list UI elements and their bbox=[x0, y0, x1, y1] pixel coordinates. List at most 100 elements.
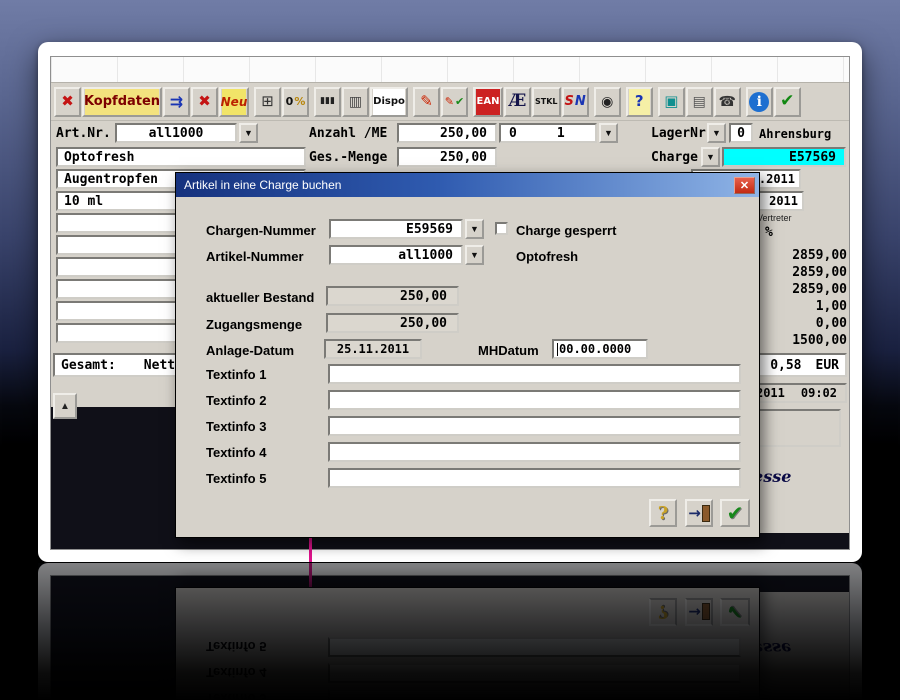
dropdown-arrow-icon: ▼ bbox=[604, 128, 613, 138]
dialog-ok-button[interactable]: ✔ bbox=[720, 499, 750, 527]
dropdown-arrow-icon: ▼ bbox=[470, 250, 479, 260]
textinfo-label: Textinfo 2 bbox=[206, 392, 267, 408]
scroll-up-icon: ▲ bbox=[60, 400, 70, 412]
charge-label: Charge bbox=[651, 150, 698, 165]
dropdown-arrow-icon: ▼ bbox=[712, 128, 721, 138]
vertreter-label: Vertreter bbox=[757, 213, 792, 223]
dialog-exit-button[interactable]: → bbox=[685, 499, 713, 527]
camera-icon[interactable]: ◉ bbox=[593, 86, 621, 117]
year-field[interactable]: 2011 bbox=[756, 191, 804, 211]
neu-button[interactable]: Neu bbox=[219, 86, 249, 117]
delete-icon-glyph: ✖ bbox=[198, 92, 211, 110]
textinfo-rows: Textinfo 1 Textinfo 2 Textinfo 3 Textinfo 4… bbox=[206, 364, 741, 494]
edit-icon[interactable]: ✎ bbox=[413, 86, 440, 117]
dialog-help-button[interactable]: ? bbox=[649, 499, 677, 527]
art-nr-dropdown[interactable]: ▼ bbox=[239, 123, 258, 143]
chargen-field[interactable]: E59569 bbox=[329, 219, 463, 239]
info-icon[interactable]: i bbox=[745, 86, 773, 117]
charge-gesperrt-checkbox[interactable] bbox=[495, 222, 508, 235]
gesamt-label: Gesamt: bbox=[61, 357, 116, 373]
confirm-icon[interactable]: ✔ bbox=[773, 86, 801, 117]
textinfo-row: Textinfo 5 bbox=[206, 468, 741, 488]
dialog-close-button[interactable]: ✕ bbox=[734, 176, 755, 194]
textinfo-input[interactable] bbox=[328, 468, 741, 488]
help-list-icon[interactable]: ? bbox=[625, 86, 653, 117]
dispo-button[interactable]: Dispo bbox=[370, 86, 408, 117]
dispo-button-glyph: Dispo bbox=[373, 88, 405, 115]
barcode-icon[interactable]: ▮▮▮ bbox=[314, 86, 341, 117]
percent-label: % bbox=[765, 225, 773, 240]
lager-name: Ahrensburg bbox=[759, 127, 832, 141]
close-icon: ✕ bbox=[739, 179, 750, 192]
neu-button-glyph: Neu bbox=[221, 88, 247, 115]
bestand-field: 250,00 bbox=[326, 286, 459, 306]
chargen-label: Chargen-Nummer bbox=[206, 223, 316, 238]
monitor-icon[interactable]: ▣ bbox=[657, 86, 685, 117]
copy-icon[interactable]: ▥ bbox=[342, 86, 369, 117]
charge-dialog: Artikel in eine Charge buchen ✕ Chargen-… bbox=[175, 172, 760, 538]
abort-icon-glyph: ✖ bbox=[61, 92, 74, 110]
kopfdaten-button[interactable]: Kopfdaten bbox=[82, 86, 162, 117]
charge-gesperrt-label: Charge gesperrt bbox=[516, 223, 617, 238]
anzahl-field[interactable]: 250,00 bbox=[397, 123, 497, 143]
textinfo-label: Textinfo 5 bbox=[206, 470, 267, 486]
textinfo-input[interactable] bbox=[328, 390, 741, 410]
lager-label: LagerNr. bbox=[651, 126, 714, 141]
currency-label: EUR bbox=[815, 357, 839, 373]
charge-field[interactable]: E57569 bbox=[722, 147, 846, 167]
textinfo-input[interactable] bbox=[328, 364, 741, 384]
edit-confirm-icon[interactable]: ✎ ✔ bbox=[441, 86, 468, 117]
forward-icon-glyph: ⇉ bbox=[169, 91, 184, 111]
copy-icon-glyph: ▥ bbox=[348, 93, 363, 110]
anzahl-count-field[interactable]: 0 1 bbox=[499, 123, 597, 143]
charge-dropdown[interactable]: ▼ bbox=[701, 147, 720, 167]
article-text-field[interactable]: Optofresh bbox=[56, 147, 306, 167]
mhdatum-field[interactable]: 00.00.0000 bbox=[552, 339, 648, 359]
ok-check-icon: ✔ bbox=[726, 501, 744, 525]
abort-icon[interactable]: ✖ bbox=[54, 86, 81, 117]
mhdatum-value: 00.00.0000 bbox=[559, 342, 632, 356]
positions-icon[interactable]: ⊞ bbox=[254, 86, 281, 117]
textinfo-row: Textinfo 1 bbox=[206, 364, 741, 384]
textinfo-input[interactable] bbox=[328, 442, 741, 462]
toolbar: ✖ Kopfdaten ⇉ ✖ Neu ⊞ 0% ▮▮▮ ▥ Dispo ✎ ✎ ✔ EAN Æ STKL S N… bbox=[51, 83, 849, 121]
scroll-up-button[interactable]: ▲ bbox=[53, 393, 77, 419]
art-nr-field[interactable]: all1000 bbox=[115, 123, 237, 143]
textinfo-row: Textinfo 2 bbox=[206, 390, 741, 410]
printer-icon[interactable]: ▤ bbox=[685, 86, 713, 117]
textinfo-row: Textinfo 4 bbox=[206, 442, 741, 462]
lager-dropdown[interactable]: ▼ bbox=[707, 123, 726, 143]
info-icon-glyph: i bbox=[749, 91, 770, 112]
delete-icon[interactable]: ✖ bbox=[191, 86, 218, 117]
ges-menge-field[interactable]: 250,00 bbox=[397, 147, 497, 167]
window-reflection: ✖Kopfdaten⇉✖Neu⊞0%▮▮▮▥Dispo✎✎✔EANÆSTKLSN… bbox=[38, 563, 862, 700]
ean-button-glyph: EAN bbox=[476, 88, 500, 115]
chargen-dropdown[interactable]: ▼ bbox=[465, 219, 484, 239]
ges-menge-label: Ges.-Menge bbox=[309, 150, 388, 165]
edit-confirm-icon-glyph: ✎ ✔ bbox=[444, 95, 465, 108]
ean-button[interactable]: EAN bbox=[473, 86, 503, 117]
art-nr-label: Art.Nr. bbox=[56, 126, 111, 141]
artikel-label: Artikel-Nummer bbox=[206, 249, 304, 264]
stkl-icon[interactable]: STKL bbox=[532, 86, 561, 117]
empty-box bbox=[755, 409, 841, 447]
textinfo-label: Textinfo 1 bbox=[206, 366, 267, 382]
dialog-titlebar[interactable]: Artikel in eine Charge buchen ✕ bbox=[176, 173, 759, 197]
barcode-icon-glyph: ▮▮▮ bbox=[320, 96, 335, 106]
forward-icon[interactable]: ⇉ bbox=[163, 86, 190, 117]
stkl-icon-glyph: STKL bbox=[535, 96, 558, 106]
anzahl-dropdown[interactable]: ▼ bbox=[599, 123, 618, 143]
ae-icon[interactable]: Æ bbox=[504, 86, 531, 117]
artikel-field[interactable]: all1000 bbox=[329, 245, 463, 265]
percent-icon[interactable]: 0% bbox=[282, 86, 309, 117]
positions-icon-glyph: ⊞ bbox=[261, 92, 274, 110]
bestand-label: aktueller Bestand bbox=[206, 290, 315, 305]
lager-number-field[interactable]: 0 bbox=[729, 123, 753, 143]
mhdatum-label: MHDatum bbox=[478, 343, 539, 358]
status-time: 09:02 bbox=[800, 386, 837, 400]
textinfo-input[interactable] bbox=[328, 416, 741, 436]
artikel-dropdown[interactable]: ▼ bbox=[465, 245, 484, 265]
reflection-fade bbox=[38, 563, 862, 700]
phone-icon[interactable]: ☎ bbox=[713, 86, 741, 117]
sn-icon[interactable]: SN bbox=[561, 86, 589, 117]
